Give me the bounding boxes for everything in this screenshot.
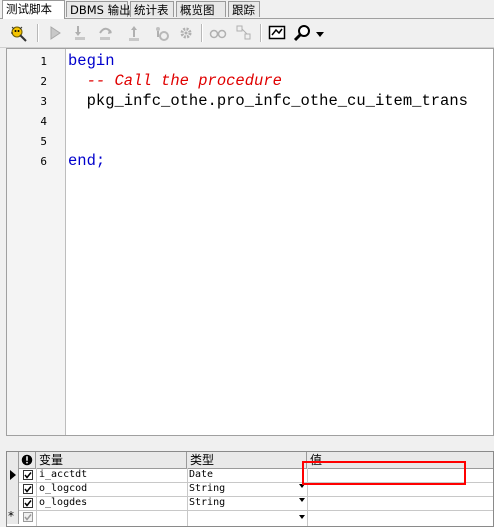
tab-trace[interactable]: 跟踪 (228, 1, 260, 17)
new-row-marker: * (8, 509, 14, 523)
row-checkbox[interactable] (23, 512, 33, 522)
variables-icon[interactable] (234, 23, 254, 43)
line-number: 4 (40, 115, 47, 128)
variable-type[interactable]: String (189, 482, 299, 496)
execute-icon[interactable] (45, 23, 65, 43)
row-checkbox[interactable] (23, 470, 33, 480)
current-row-arrow-icon (10, 470, 16, 480)
variable-name[interactable]: o_logdes (39, 496, 185, 510)
info-icon (21, 454, 33, 466)
settings-gear-icon[interactable] (176, 23, 196, 43)
row-indicator (7, 468, 19, 482)
pane-splitter[interactable] (0, 437, 494, 451)
row-indicator (7, 482, 19, 496)
code-line-comment: -- Call the procedure (68, 72, 282, 90)
type-dropdown-icon[interactable] (298, 493, 306, 505)
run-debug-icon[interactable] (9, 23, 29, 43)
variable-value[interactable] (309, 496, 489, 510)
row-checkbox[interactable] (23, 498, 33, 508)
row-indicator (7, 496, 19, 510)
tab-test-script[interactable]: 测试脚本 (2, 0, 65, 19)
code-line-begin: begin (68, 52, 115, 70)
search-icon[interactable] (293, 23, 313, 43)
breakpoint-gear-icon[interactable] (150, 23, 170, 43)
highlight-box (302, 461, 466, 485)
watch-icon[interactable] (208, 23, 228, 43)
debug-toolbar (0, 19, 494, 48)
step-over-icon[interactable] (96, 23, 116, 43)
type-dropdown-icon[interactable] (298, 510, 306, 522)
line-number: 2 (40, 75, 47, 88)
header-info (19, 452, 36, 468)
dropdown-arrow-icon[interactable] (314, 23, 326, 43)
screen-icon[interactable] (267, 23, 287, 43)
step-into-icon[interactable] (70, 23, 90, 43)
header-indicator (7, 452, 19, 468)
tab-bar: 测试脚本 DBMS 输出 统计表 概览图 跟踪 (0, 0, 494, 19)
tab-dbms-output[interactable]: DBMS 输出 (66, 1, 131, 17)
line-number: 3 (40, 95, 47, 108)
variable-type[interactable]: String (189, 496, 299, 510)
variable-name[interactable]: i_acctdt (39, 468, 185, 482)
line-number: 1 (40, 55, 47, 68)
line-number-gutter: 1 2 3 4 5 6 (7, 49, 66, 435)
header-variable[interactable]: 变量 (36, 452, 187, 468)
code-line-end: end; (68, 152, 106, 170)
code-editor[interactable]: 1 2 3 4 5 6 begin -- Call the procedure … (6, 48, 494, 436)
line-number: 6 (40, 155, 47, 168)
line-number: 5 (40, 135, 47, 148)
code-line-call: pkg_infc_othe.pro_infc_othe_cu_item_tran… (68, 92, 468, 110)
row-checkbox[interactable] (23, 484, 33, 494)
checkmark-icon (24, 472, 32, 479)
step-out-icon[interactable] (124, 23, 144, 43)
row-indicator: * (7, 509, 19, 524)
checkmark-icon (24, 486, 32, 493)
checkmark-icon (24, 514, 32, 521)
tab-statistics[interactable]: 统计表 (130, 1, 174, 17)
variable-type[interactable]: Date (189, 468, 299, 482)
checkmark-icon (24, 500, 32, 507)
variable-name[interactable]: o_logcod (39, 482, 185, 496)
tab-overview[interactable]: 概览图 (176, 1, 226, 17)
header-type[interactable]: 类型 (187, 452, 307, 468)
